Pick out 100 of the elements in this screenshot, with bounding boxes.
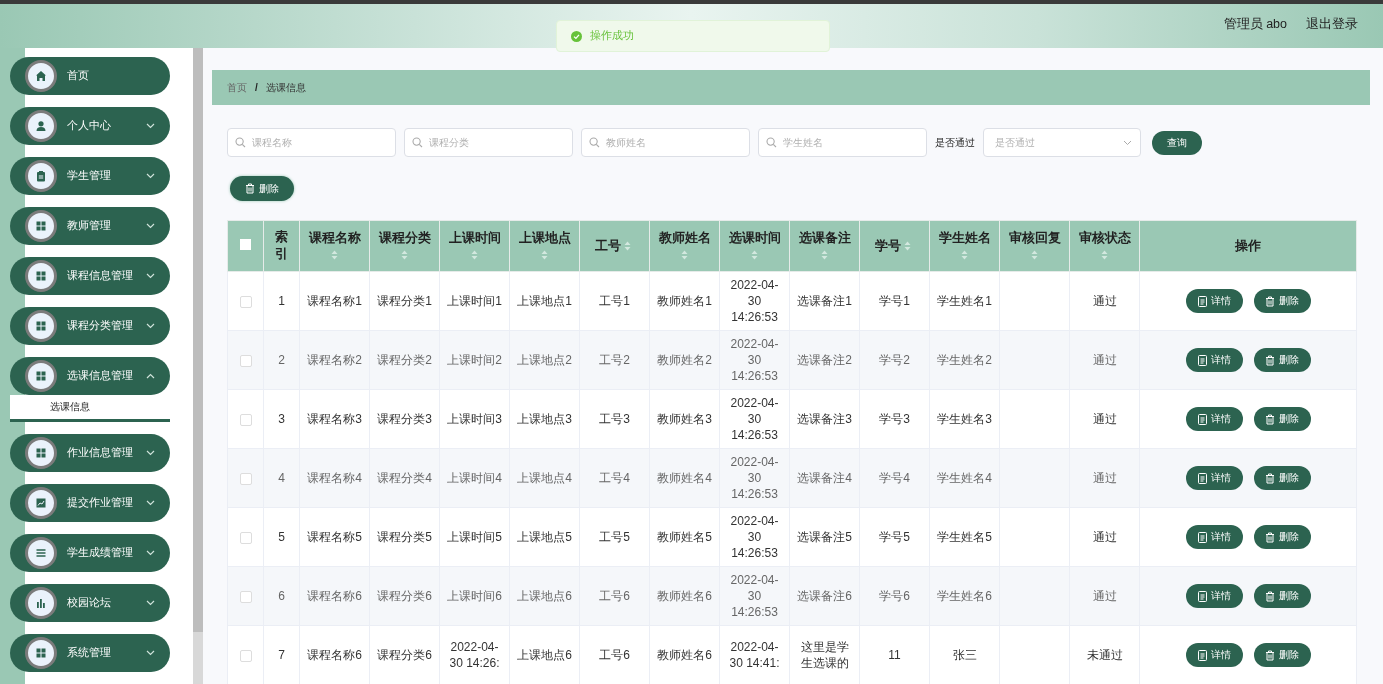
search-icon: [412, 137, 423, 148]
table-cell: 学生姓名2: [937, 353, 992, 367]
table-cell: 学号3: [879, 412, 910, 426]
table-cell: 课程分类3: [377, 412, 432, 426]
table-cell: 选课备注6: [797, 589, 852, 603]
table-cell: 这里是学生选课的: [800, 640, 849, 670]
table-cell: 4: [278, 471, 285, 485]
table-cell: 课程名称3: [307, 412, 362, 426]
sidebar-item[interactable]: 选课信息管理: [10, 357, 170, 395]
delete-button[interactable]: 删除: [1253, 525, 1311, 549]
table-cell: 学号6: [879, 589, 910, 603]
sidebar-item[interactable]: 课程信息管理: [10, 257, 170, 295]
checkbox[interactable]: [240, 239, 251, 250]
table-cell: 课程名称6: [307, 589, 362, 603]
query-button[interactable]: 查询: [1152, 130, 1202, 155]
delete-button[interactable]: 删除: [1253, 348, 1311, 372]
table-cell: 课程分类4: [377, 471, 432, 485]
sidebar-item[interactable]: 提交作业管理: [10, 484, 170, 522]
sidebar-item[interactable]: 课程分类管理: [10, 307, 170, 345]
table-cell: 3: [278, 412, 285, 426]
table-cell: 上课地点1: [517, 294, 572, 308]
table-cell: 学生姓名6: [937, 589, 992, 603]
table-cell: 2022-04-30 14:26:53: [730, 278, 779, 324]
logout-link[interactable]: 退出登录: [1306, 15, 1358, 33]
table-cell: 课程分类6: [377, 648, 432, 662]
delete-button[interactable]: 删除: [1253, 407, 1311, 431]
table-cell: 学号2: [879, 353, 910, 367]
table-cell: 工号6: [599, 589, 630, 603]
details-button[interactable]: 详情: [1185, 584, 1243, 608]
delete-button[interactable]: 删除: [1253, 643, 1311, 667]
sort-icon: [471, 249, 478, 260]
table-cell: 上课地点6: [517, 589, 572, 603]
search-field[interactable]: 学生姓名: [758, 128, 927, 157]
clipboard-icon: [35, 170, 47, 182]
table-cell: 通过: [1092, 589, 1117, 603]
search-icon: [589, 137, 600, 148]
sort-icon: [624, 241, 631, 252]
checkbox[interactable]: [239, 649, 252, 662]
checkbox[interactable]: [239, 295, 252, 308]
sort-icon: [541, 249, 548, 260]
sidebar-item[interactable]: 学生管理: [10, 157, 170, 195]
checkbox[interactable]: [239, 590, 252, 603]
search-field[interactable]: 课程分类: [404, 128, 573, 157]
sidebar-label: 选课信息管理: [67, 369, 134, 383]
trash-icon: [1265, 413, 1275, 425]
table-cell: 2022-04-30 14:26:: [449, 640, 500, 670]
sidebar-label: 校园论坛: [67, 596, 112, 610]
details-button[interactable]: 详情: [1185, 525, 1243, 549]
table-cell: 教师姓名1: [657, 294, 712, 308]
table-cell: 工号5: [599, 530, 630, 544]
table-cell: 2022-04-30 14:41:: [729, 640, 780, 670]
column-header[interactable]: 学号: [875, 238, 901, 253]
details-button[interactable]: 详情: [1185, 466, 1243, 490]
table-cell: 7: [278, 648, 285, 662]
sort-icon: [1101, 249, 1108, 260]
details-button[interactable]: 详情: [1185, 289, 1243, 313]
sidebar-item[interactable]: 首页: [10, 57, 170, 95]
column-header[interactable]: 工号: [595, 238, 621, 253]
table-cell: 张三: [952, 648, 977, 662]
sidebar-item[interactable]: 作业信息管理: [10, 434, 170, 472]
sidebar-item[interactable]: 个人中心: [10, 107, 170, 145]
table-cell: 6: [278, 589, 285, 603]
table-cell: 教师姓名6: [657, 589, 712, 603]
table-cell: 上课时间6: [447, 589, 502, 603]
delete-button[interactable]: 删除: [1253, 466, 1311, 490]
submenu-item[interactable]: 选课信息: [10, 395, 170, 422]
sidebar-item[interactable]: 学生成绩管理: [10, 534, 170, 572]
delete-button[interactable]: 删除: [1253, 289, 1311, 313]
table-cell: 2022-04-30 14:26:53: [730, 573, 779, 619]
checkbox[interactable]: [239, 354, 252, 367]
checkbox[interactable]: [239, 472, 252, 485]
trash-icon: [1265, 472, 1275, 484]
table-cell: 通过: [1092, 353, 1117, 367]
details-button[interactable]: 详情: [1185, 407, 1243, 431]
select-field[interactable]: 是否通过: [983, 128, 1141, 157]
table-cell: 选课备注5: [797, 530, 852, 544]
search-field[interactable]: 教师姓名: [581, 128, 750, 157]
trash-icon: [1265, 531, 1275, 543]
table-cell: 选课备注4: [797, 471, 852, 485]
delete-button[interactable]: 删除: [1253, 584, 1311, 608]
checkbox[interactable]: [239, 531, 252, 544]
details-button[interactable]: 详情: [1185, 348, 1243, 372]
details-button[interactable]: 详情: [1185, 643, 1243, 667]
sidebar-label: 学生管理: [67, 169, 112, 183]
table-cell: 上课时间3: [447, 412, 502, 426]
table-cell: 上课地点6: [517, 648, 572, 662]
table-cell: 工号2: [599, 353, 630, 367]
document-icon: [1197, 590, 1207, 602]
table-cell: 教师姓名5: [657, 530, 712, 544]
checkbox[interactable]: [239, 413, 252, 426]
delete-button[interactable]: 删除: [230, 176, 294, 201]
document-icon: [1197, 531, 1207, 543]
document-icon: [1197, 295, 1207, 307]
search-field[interactable]: 课程名称: [227, 128, 396, 157]
scrollbar[interactable]: [193, 48, 203, 684]
sidebar-item[interactable]: 系统管理: [10, 634, 170, 672]
table-cell: 上课时间1: [447, 294, 502, 308]
sidebar-item[interactable]: 校园论坛: [10, 584, 170, 622]
sidebar-item[interactable]: 教师管理: [10, 207, 170, 245]
table-cell: 学生姓名1: [937, 294, 992, 308]
